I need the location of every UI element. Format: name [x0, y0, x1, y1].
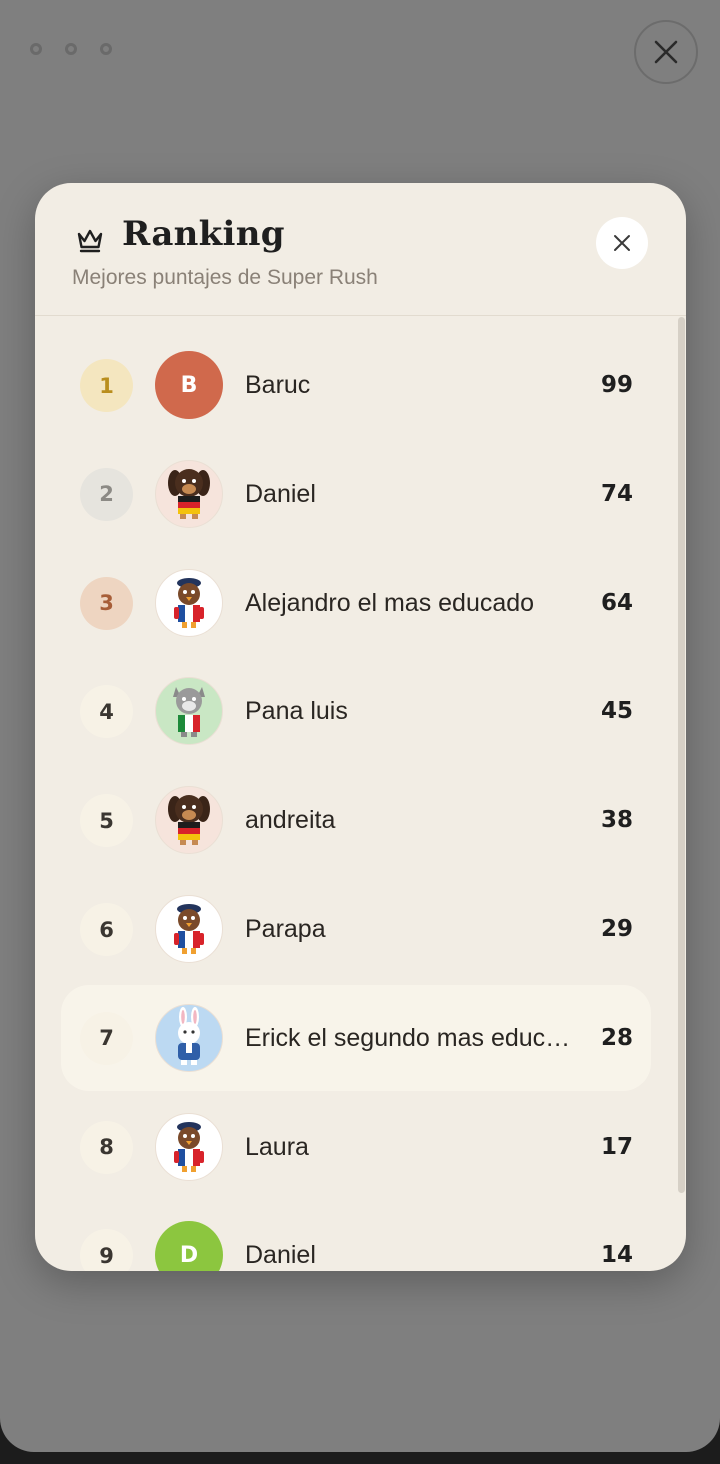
- player-score: 29: [600, 916, 633, 942]
- player-score: 99: [600, 372, 633, 398]
- crown-icon: [77, 229, 103, 253]
- dog-germany-icon: [168, 468, 210, 519]
- player-score: 38: [600, 807, 633, 834]
- player-name: Pana luis: [245, 697, 348, 726]
- player-score: 74: [600, 480, 633, 507]
- player-score: 14: [600, 1242, 633, 1269]
- dog-germany-avatar: [155, 786, 223, 855]
- player-score: 17: [600, 1133, 633, 1160]
- player-name: andreita: [245, 806, 336, 835]
- modal-header: Ranking Mejores puntajes de Super Rush: [35, 183, 686, 316]
- avatar: D: [155, 1221, 223, 1271]
- ranking-row[interactable]: 2 Daniel 74: [61, 441, 651, 547]
- rank-badge: 2: [80, 467, 133, 521]
- ranking-row[interactable]: 4 Pana luis 45: [61, 658, 651, 764]
- rank-badge: 5: [80, 794, 133, 848]
- rabbit-blue-icon: [178, 1006, 200, 1065]
- close-icon: [654, 40, 678, 64]
- rank-badge: 8: [80, 1120, 133, 1174]
- ranking-row[interactable]: 3 Alejandro el mas educado 64: [61, 550, 651, 656]
- player-name: Baruc: [245, 371, 311, 399]
- ranking-row[interactable]: 8 Laura 17: [61, 1094, 651, 1200]
- page-dot: [65, 43, 77, 55]
- ranking-modal: Ranking Mejores puntajes de Super Rush 1…: [35, 183, 686, 1271]
- ranking-row[interactable]: 6 Parapa 29: [61, 876, 651, 982]
- modal-subtitle: Mejores puntajes de Super Rush: [72, 266, 378, 289]
- page-dot: [30, 43, 42, 55]
- page-dot: [100, 43, 112, 55]
- bird-france-avatar: [155, 1112, 223, 1181]
- rank-badge: 9: [80, 1229, 133, 1271]
- avatar: B: [155, 351, 223, 419]
- dog-germany-icon: [168, 795, 210, 846]
- rank-badge: 1: [80, 359, 133, 412]
- bird-france-icon: [174, 1121, 204, 1172]
- ranking-list[interactable]: 1 B Baruc 99 2 Daniel 74 3 Alejandro el mas educ…: [35, 317, 686, 1271]
- background-close-button[interactable]: [634, 20, 698, 84]
- scrollbar[interactable]: [678, 317, 685, 1193]
- ranking-row[interactable]: 1 B Baruc 99: [61, 332, 651, 438]
- bird-france-avatar: [155, 895, 223, 963]
- rabbit-blue-avatar: [155, 1003, 223, 1072]
- rank-badge: 6: [80, 903, 133, 956]
- player-name: Alejandro el mas educado: [245, 588, 535, 617]
- player-score: 45: [600, 698, 633, 725]
- bird-france-icon: [174, 577, 204, 628]
- bird-france-icon: [174, 904, 204, 954]
- dog-germany-avatar: [155, 459, 223, 528]
- bird-france-avatar: [155, 568, 223, 637]
- player-name: Daniel: [245, 479, 316, 508]
- ranking-row[interactable]: 5 andreita 38: [61, 767, 651, 873]
- cat-italy-icon: [173, 687, 205, 738]
- rank-badge: 4: [80, 685, 133, 739]
- player-name: Laura: [245, 1132, 309, 1161]
- page-indicator: [30, 43, 112, 55]
- rank-badge: 7: [80, 1011, 133, 1065]
- ranking-row[interactable]: 7 Erick el segundo mas educado 28: [61, 984, 651, 1091]
- player-name: Parapa: [245, 915, 326, 943]
- background-screen: Ranking Mejores puntajes de Super Rush 1…: [0, 0, 720, 1452]
- modal-close-button[interactable]: [596, 217, 648, 269]
- rank-badge: 3: [80, 576, 133, 630]
- player-score: 28: [600, 1024, 633, 1051]
- close-icon: [614, 235, 630, 251]
- player-name: Daniel: [245, 1241, 316, 1270]
- player-name: Erick el segundo mas educado: [245, 1023, 581, 1052]
- modal-title: Ranking: [122, 214, 285, 254]
- ranking-row[interactable]: 9 D Daniel 14: [61, 1202, 651, 1271]
- cat-italy-avatar: [155, 677, 223, 746]
- player-score: 64: [600, 589, 633, 616]
